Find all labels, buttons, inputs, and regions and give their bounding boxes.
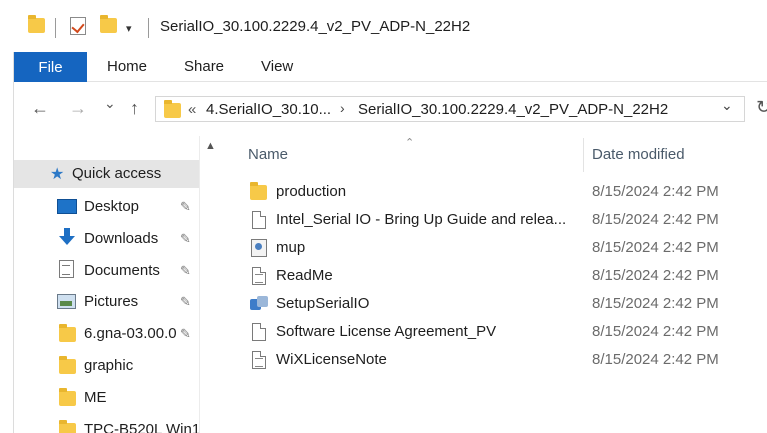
sidebar-item-label: 6.gna-03.00.0 <box>84 325 177 342</box>
star-icon: ★ <box>50 166 65 183</box>
desktop-icon <box>57 199 77 214</box>
file-date: 8/15/2024 2:42 PM <box>592 351 719 368</box>
title-bar: ▾ SerialIO_30.100.2229.4_v2_PV_ADP-N_22H… <box>0 0 767 52</box>
pin-icon[interactable]: ✎ <box>180 294 191 310</box>
setup-exe-icon <box>250 296 268 314</box>
sidebar-item-label: TPC-B520L Win1 <box>84 421 200 433</box>
column-divider[interactable] <box>583 138 584 172</box>
file-row-mup[interactable]: mup 8/15/2024 2:42 PM <box>246 234 766 262</box>
folder-icon <box>164 100 181 118</box>
config-file-icon <box>251 239 269 257</box>
address-dropdown-icon[interactable]: ⌄ <box>721 97 733 114</box>
pin-icon[interactable]: ✎ <box>180 231 191 247</box>
sidebar-item-quick-access[interactable]: ★ Quick access <box>14 160 200 188</box>
refresh-icon[interactable]: ↻ <box>756 97 767 118</box>
sidebar-scrollbar[interactable] <box>199 136 219 433</box>
sidebar-item-label: Downloads <box>84 230 159 247</box>
file-row-readme[interactable]: ReadMe 8/15/2024 2:42 PM <box>246 262 766 290</box>
folder-icon <box>59 420 76 433</box>
breadcrumb-overflow[interactable]: « <box>188 101 196 118</box>
up-icon[interactable]: ↑ <box>130 98 139 119</box>
file-date: 8/15/2024 2:42 PM <box>592 211 719 228</box>
pin-icon[interactable]: ✎ <box>180 326 191 342</box>
downloads-icon <box>58 228 76 246</box>
tab-view[interactable]: View <box>261 58 293 75</box>
file-row-setupserialio[interactable]: SetupSerialIO 8/15/2024 2:42 PM <box>246 290 766 318</box>
file-date: 8/15/2024 2:42 PM <box>592 267 719 284</box>
window-border <box>0 52 14 433</box>
file-row-wixlicensenote[interactable]: WiXLicenseNote 8/15/2024 2:42 PM <box>246 346 766 374</box>
pin-icon[interactable]: ✎ <box>180 199 191 215</box>
folder-icon <box>28 15 45 33</box>
recent-locations-icon[interactable]: ⌄ <box>104 95 116 112</box>
file-name: Intel_Serial IO - Bring Up Guide and rel… <box>276 211 567 228</box>
sidebar-item-label: Quick access <box>72 165 162 182</box>
file-date: 8/15/2024 2:42 PM <box>592 323 719 340</box>
sidebar-item-label: Desktop <box>84 198 140 215</box>
back-icon[interactable]: ← <box>31 98 49 119</box>
toolbar-separator <box>148 18 149 38</box>
file-date: 8/15/2024 2:42 PM <box>592 295 719 312</box>
properties-icon[interactable] <box>70 17 86 35</box>
file-name: WiXLicenseNote <box>276 351 387 368</box>
pin-icon[interactable]: ✎ <box>180 263 191 279</box>
text-file-icon <box>252 351 270 369</box>
new-folder-icon[interactable] <box>100 15 117 33</box>
toolbar-separator <box>55 18 56 38</box>
file-name: mup <box>276 239 306 256</box>
file-name: ReadMe <box>276 267 333 284</box>
tab-file[interactable]: File <box>14 52 87 82</box>
sort-ascending-icon: ⌃ <box>405 137 415 149</box>
sidebar-item-label: ME <box>84 389 107 406</box>
folder-icon <box>59 388 76 406</box>
file-row-bring-up-guide[interactable]: Intel_Serial IO - Bring Up Guide and rel… <box>246 206 766 234</box>
ribbon-tabs: File Home Share View <box>0 52 767 82</box>
forward-icon[interactable]: → <box>69 98 87 119</box>
file-name: Software License Agreement_PV <box>276 323 497 340</box>
file-name: SetupSerialIO <box>276 295 370 312</box>
folder-icon <box>59 324 76 342</box>
documents-icon <box>59 260 74 278</box>
file-date: 8/15/2024 2:42 PM <box>592 239 719 256</box>
file-row-production[interactable]: production 8/15/2024 2:42 PM <box>246 178 766 206</box>
document-icon <box>252 323 270 341</box>
sidebar-item-label: Documents <box>84 262 160 279</box>
breadcrumb-separator-icon[interactable]: › <box>340 100 345 116</box>
folder-icon <box>59 356 76 374</box>
navigation-bar: ← → ⌄ ↑ « 4.SerialIO_30.10... › SerialIO… <box>0 82 767 136</box>
tab-share[interactable]: Share <box>184 58 224 75</box>
sidebar-item-label: Pictures <box>84 293 139 310</box>
breadcrumb-item[interactable]: 4.SerialIO_30.10... <box>206 101 331 118</box>
column-header-date-modified[interactable]: Date modified <box>592 146 685 163</box>
sidebar-item-label: graphic <box>84 357 134 374</box>
file-name: production <box>276 183 347 200</box>
text-file-icon <box>252 267 270 285</box>
navigation-pane: ★ Quick access <box>14 136 219 433</box>
customize-quick-access-icon[interactable]: ▾ <box>126 22 132 35</box>
document-icon <box>252 211 270 229</box>
file-date: 8/15/2024 2:42 PM <box>592 183 719 200</box>
tab-home[interactable]: Home <box>107 58 147 75</box>
file-row-license-agreement[interactable]: Software License Agreement_PV 8/15/2024 … <box>246 318 766 346</box>
address-bar[interactable]: « 4.SerialIO_30.10... › SerialIO_30.100.… <box>155 96 745 122</box>
breadcrumb-item[interactable]: SerialIO_30.100.2229.4_v2_PV_ADP-N_22H2 <box>358 101 668 118</box>
scroll-up-icon[interactable]: ▲ <box>205 140 216 152</box>
pictures-icon <box>57 294 76 309</box>
folder-icon <box>250 182 268 203</box>
window-title: SerialIO_30.100.2229.4_v2_PV_ADP-N_22H2 <box>160 18 471 35</box>
column-header-name[interactable]: Name <box>248 146 288 163</box>
